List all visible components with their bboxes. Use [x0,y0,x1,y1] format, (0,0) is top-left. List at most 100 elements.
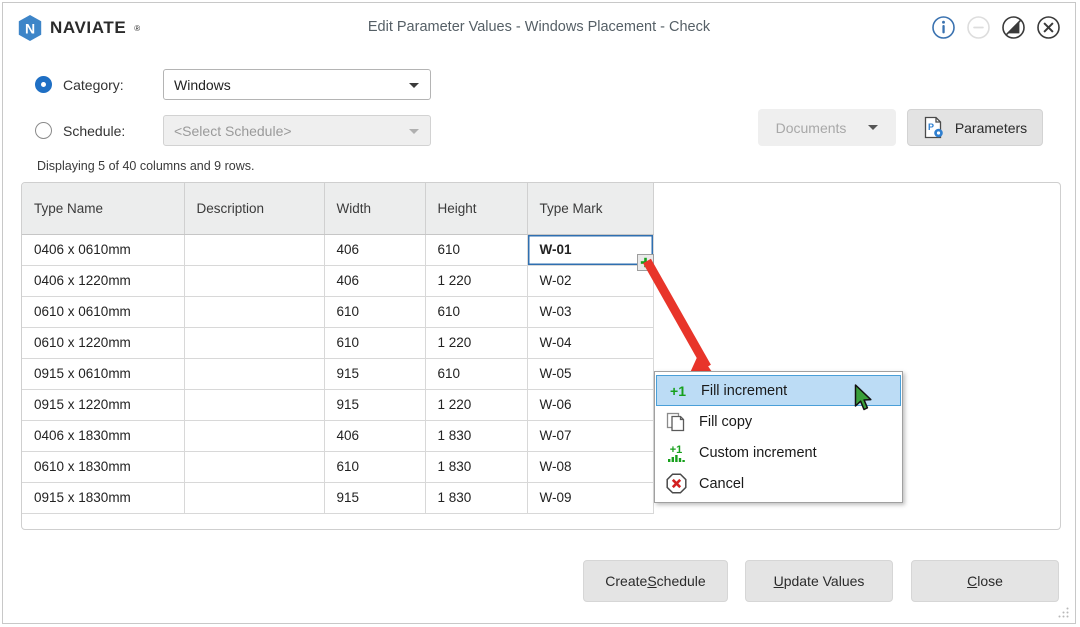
resize-grip[interactable] [1057,606,1070,619]
cell-type-name[interactable]: 0915 x 1220mm [22,389,185,421]
cell-height[interactable]: 1 220 [425,327,528,359]
cell-description[interactable] [184,420,325,452]
category-label: Category: [63,76,124,93]
cell-description[interactable] [184,451,325,483]
table-row[interactable]: 0915 x 0610mm 915 610 W-05 [22,358,654,390]
menu-item-cancel[interactable]: Cancel [655,468,902,499]
title-bar: N NAVIATE ® Edit Parameter Values - Wind… [3,3,1075,55]
cell-width[interactable]: 915 [324,358,426,390]
cell-width[interactable]: 610 [324,296,426,328]
cell-description[interactable] [184,265,325,297]
column-header-height[interactable]: Height [425,183,528,235]
menu-item-label: Fill increment [701,382,788,399]
cell-type-name[interactable]: 0915 x 0610mm [22,358,185,390]
column-header-type-name[interactable]: Type Name [22,183,185,235]
cell-type-mark[interactable]: W-07 [527,420,654,452]
table-row[interactable]: 0915 x 1220mm 915 1 220 W-06 [22,389,654,421]
plus-one-icon: +1 [665,382,691,400]
table-row[interactable]: 0610 x 1830mm 610 1 830 W-08 [22,451,654,483]
cell-description[interactable] [184,327,325,359]
cell-description[interactable] [184,296,325,328]
cell-type-mark[interactable]: W-08 [527,451,654,483]
cell-type-mark[interactable]: W-02 [527,265,654,297]
cell-type-name[interactable]: 0610 x 0610mm [22,296,185,328]
table-row[interactable]: 0915 x 1830mm 915 1 830 W-09 [22,482,654,514]
document-gear-icon: P [924,116,943,138]
table-body: 0406 x 0610mm 406 610 W-01 0406 x 1220mm… [22,234,654,514]
minimize-icon [967,16,990,39]
schedule-radio[interactable] [35,122,52,139]
cell-width[interactable]: 406 [324,265,426,297]
cell-type-mark[interactable]: W-04 [527,327,654,359]
column-header-description[interactable]: Description [184,183,325,235]
cell-width[interactable]: 406 [324,234,426,266]
cell-type-name[interactable]: 0406 x 1830mm [22,420,185,452]
create-schedule-label-after: chedule [656,573,706,589]
cell-type-mark[interactable]: W-05 [527,358,654,390]
menu-item-custom-increment[interactable]: +1 Custom increment [655,437,902,468]
parameter-table: Type Name Description Width Height Type … [22,183,654,514]
menu-item-label: Fill copy [699,413,753,430]
dialog-title: Edit Parameter Values - Windows Placemen… [367,19,711,35]
cell-height[interactable]: 610 [425,358,528,390]
cell-description[interactable] [184,358,325,390]
cell-height[interactable]: 1 830 [425,451,528,483]
schedule-label: Schedule: [63,122,126,139]
parameters-label: Parameters [954,119,1028,136]
chevron-down-icon [409,83,419,88]
table-row[interactable]: 0610 x 1220mm 610 1 220 W-04 [22,327,654,359]
table-row[interactable]: 0406 x 0610mm 406 610 W-01 [22,234,654,271]
table-row[interactable]: 0610 x 0610mm 610 610 W-03 [22,296,654,328]
parameter-grid-panel: Type Name Description Width Height Type … [21,182,1061,530]
cell-width[interactable]: 610 [324,451,426,483]
cell-height[interactable]: 1 220 [425,389,528,421]
info-icon[interactable] [931,15,956,40]
cell-type-mark[interactable]: W-09 [527,482,654,514]
create-schedule-label-before: Create [605,573,648,589]
cell-width[interactable]: 610 [324,327,426,359]
cell-description[interactable] [184,482,325,514]
schedule-row: Schedule: <Select Schedule> [35,115,431,146]
chevron-down-icon [868,125,879,130]
cell-height[interactable]: 610 [425,234,528,266]
schedule-value: <Select Schedule> [174,122,292,139]
create-schedule-mnemonic: S [647,573,657,589]
cell-type-mark[interactable]: W-06 [527,389,654,421]
cell-height[interactable]: 1 830 [425,482,528,514]
menu-item-fill-copy[interactable]: Fill copy [655,406,902,437]
svg-text:P: P [928,122,934,132]
cell-width[interactable]: 915 [324,389,426,421]
fill-handle[interactable] [636,253,654,271]
close-mnemonic: C [967,573,978,589]
cell-description[interactable] [184,234,325,266]
cell-type-mark[interactable]: W-03 [527,296,654,328]
create-schedule-button[interactable]: Create Schedule [583,560,728,602]
block-icon[interactable] [1001,15,1026,40]
cell-type-name[interactable]: 0915 x 1830mm [22,482,185,514]
cell-type-name[interactable]: 0406 x 1220mm [22,265,185,297]
cell-height[interactable]: 1 830 [425,420,528,452]
cell-type-name[interactable]: 0406 x 0610mm [22,234,185,266]
cell-height[interactable]: 610 [425,296,528,328]
status-text: Displaying 5 of 40 columns and 9 rows. [37,159,255,173]
close-label-after: lose [977,573,1003,589]
schedule-dropdown: <Select Schedule> [163,115,431,146]
column-header-width[interactable]: Width [324,183,426,235]
cell-width[interactable]: 406 [324,420,426,452]
cell-type-name[interactable]: 0610 x 1220mm [22,327,185,359]
cell-width[interactable]: 915 [324,482,426,514]
column-header-type-mark[interactable]: Type Mark [527,183,654,235]
cell-description[interactable] [184,389,325,421]
category-radio[interactable] [35,76,52,93]
category-dropdown[interactable]: Windows [163,69,431,100]
cell-type-mark-selected[interactable]: W-01 [527,234,654,271]
update-values-button[interactable]: Update Values [745,560,893,602]
parameters-button[interactable]: P Parameters [907,109,1043,146]
cell-height[interactable]: 1 220 [425,265,528,297]
table-row[interactable]: 0406 x 1830mm 406 1 830 W-07 [22,420,654,452]
table-row[interactable]: 0406 x 1220mm 406 1 220 W-02 [22,265,654,297]
close-dialog-button[interactable]: Close [911,560,1059,602]
close-icon[interactable] [1036,15,1061,40]
cell-type-name[interactable]: 0610 x 1830mm [22,451,185,483]
menu-item-fill-increment[interactable]: +1 Fill increment [656,375,901,406]
